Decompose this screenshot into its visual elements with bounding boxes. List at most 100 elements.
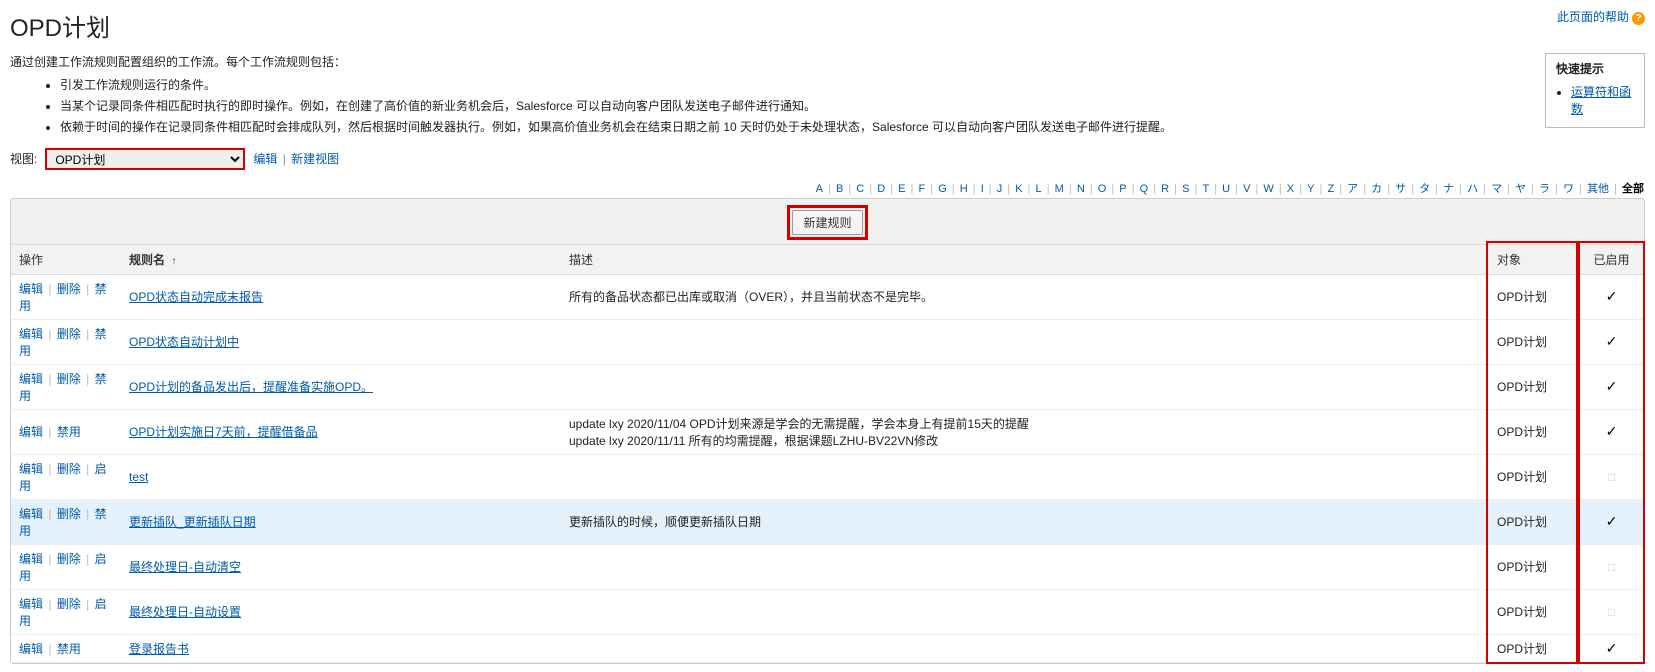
rule-object: OPD计划 bbox=[1489, 454, 1579, 499]
view-select[interactable]: OPD计划 bbox=[45, 148, 245, 170]
view-new-link[interactable]: 新建视图 bbox=[291, 152, 339, 166]
row-action-edit[interactable]: 编辑 bbox=[19, 552, 43, 566]
alpha-filter-B[interactable]: B bbox=[835, 183, 844, 195]
check-icon: ✓ bbox=[1606, 513, 1618, 529]
row-action-delete[interactable]: 删除 bbox=[57, 462, 81, 476]
alpha-filter-D[interactable]: D bbox=[876, 183, 886, 195]
alpha-filter-ワ[interactable]: ワ bbox=[1562, 183, 1575, 195]
rule-enabled: □ bbox=[1579, 589, 1644, 634]
alpha-filter-L[interactable]: L bbox=[1035, 183, 1043, 195]
rule-name-link[interactable]: 更新插队_更新插队日期 bbox=[129, 515, 256, 529]
alpha-filter-U[interactable]: U bbox=[1221, 183, 1231, 195]
check-icon: ✓ bbox=[1606, 640, 1618, 656]
rule-object: OPD计划 bbox=[1489, 499, 1579, 544]
alpha-filter-I[interactable]: I bbox=[980, 183, 985, 195]
page-title: OPD计划 bbox=[10, 8, 110, 43]
rule-name-link[interactable]: 最终处理日-自动清空 bbox=[129, 560, 241, 574]
alpha-filter-G[interactable]: G bbox=[937, 183, 948, 195]
alpha-filter-M[interactable]: M bbox=[1054, 183, 1065, 195]
alpha-filter-X[interactable]: X bbox=[1286, 183, 1295, 195]
row-action-delete[interactable]: 删除 bbox=[57, 372, 81, 386]
rule-description: 所有的备品状态都已出库或取消（OVER），并且当前状态不是完毕。 bbox=[561, 274, 1489, 319]
alpha-filter-T[interactable]: T bbox=[1201, 183, 1210, 195]
help-link[interactable]: 此页面的帮助? bbox=[1557, 8, 1645, 25]
col-header-action: 操作 bbox=[11, 244, 121, 274]
row-action-delete[interactable]: 删除 bbox=[57, 552, 81, 566]
row-action-delete[interactable]: 删除 bbox=[57, 507, 81, 521]
row-action-delete[interactable]: 删除 bbox=[57, 327, 81, 341]
alpha-filter-F[interactable]: F bbox=[917, 183, 926, 195]
rule-object: OPD计划 bbox=[1489, 589, 1579, 634]
col-header-rulename[interactable]: 规则名 ↑ bbox=[121, 244, 561, 274]
row-action-edit[interactable]: 编辑 bbox=[19, 462, 43, 476]
rule-description bbox=[561, 454, 1489, 499]
alpha-filter-ハ[interactable]: ハ bbox=[1466, 183, 1479, 195]
row-action-disable[interactable]: 禁用 bbox=[57, 425, 81, 439]
table-row: 编辑 | 禁用OPD计划实施日7天前，提醒借备品update lxy 2020/… bbox=[11, 409, 1644, 454]
check-icon: ✓ bbox=[1606, 333, 1618, 349]
rule-description bbox=[561, 364, 1489, 409]
table-row: 编辑 | 删除 | 禁用OPD计划的备品发出后，提醒准备实施OPD。OPD计划✓ bbox=[11, 364, 1644, 409]
new-rule-highlight: 新建规则 bbox=[787, 205, 867, 240]
alpha-filter-其他[interactable]: 其他 bbox=[1586, 183, 1610, 195]
alpha-filter-P[interactable]: P bbox=[1118, 183, 1127, 195]
rule-enabled: ✓ bbox=[1579, 499, 1644, 544]
new-rule-button[interactable]: 新建规则 bbox=[792, 210, 862, 235]
row-action-edit[interactable]: 编辑 bbox=[19, 372, 43, 386]
check-icon: ✓ bbox=[1606, 378, 1618, 394]
rules-table: 操作 规则名 ↑ 描述 对象 已启用 编辑 | 删除 | 禁用OPD状态自动完成… bbox=[11, 244, 1644, 663]
row-action-delete[interactable]: 删除 bbox=[57, 597, 81, 611]
alpha-filter-サ[interactable]: サ bbox=[1394, 183, 1407, 195]
alpha-filter-N[interactable]: N bbox=[1076, 183, 1086, 195]
col-header-enabled[interactable]: 已启用 bbox=[1579, 244, 1644, 274]
row-action-edit[interactable]: 编辑 bbox=[19, 642, 43, 656]
rule-name-link[interactable]: OPD计划实施日7天前，提醒借备品 bbox=[129, 425, 318, 439]
rule-object: OPD计划 bbox=[1489, 634, 1579, 662]
alpha-filter-R[interactable]: R bbox=[1160, 183, 1170, 195]
rule-name-link[interactable]: 登录报告书 bbox=[129, 642, 189, 656]
alpha-filter-マ[interactable]: マ bbox=[1490, 183, 1503, 195]
alpha-filter-ナ[interactable]: ナ bbox=[1442, 183, 1455, 195]
rule-description bbox=[561, 319, 1489, 364]
rule-enabled: ✓ bbox=[1579, 364, 1644, 409]
row-action-edit[interactable]: 编辑 bbox=[19, 597, 43, 611]
alpha-filter-H[interactable]: H bbox=[959, 183, 969, 195]
col-header-description[interactable]: 描述 bbox=[561, 244, 1489, 274]
alpha-filter-A[interactable]: A bbox=[815, 183, 824, 195]
quick-tips-title: 快速提示 bbox=[1556, 60, 1634, 77]
alpha-filter-C[interactable]: C bbox=[855, 183, 865, 195]
alpha-filter-Q[interactable]: Q bbox=[1139, 183, 1150, 195]
alpha-filter-K[interactable]: K bbox=[1014, 183, 1023, 195]
rule-name-link[interactable]: OPD状态自动计划中 bbox=[129, 335, 239, 349]
rule-name-link[interactable]: test bbox=[129, 470, 148, 484]
alpha-filter-全部[interactable]: 全部 bbox=[1621, 183, 1645, 195]
alpha-filter-W[interactable]: W bbox=[1262, 183, 1274, 195]
alpha-filter-タ[interactable]: タ bbox=[1418, 183, 1431, 195]
alpha-filter-カ[interactable]: カ bbox=[1370, 183, 1383, 195]
check-icon: ✓ bbox=[1606, 288, 1618, 304]
view-edit-link[interactable]: 编辑 bbox=[253, 152, 277, 166]
alpha-filter: A | B | C | D | E | F | G | H | I | J | … bbox=[10, 180, 1645, 196]
rule-enabled: □ bbox=[1579, 544, 1644, 589]
row-action-edit[interactable]: 编辑 bbox=[19, 425, 43, 439]
alpha-filter-O[interactable]: O bbox=[1097, 183, 1108, 195]
tips-ops-funcs-link[interactable]: 运算符和函数 bbox=[1571, 85, 1631, 116]
check-icon: ✓ bbox=[1606, 423, 1618, 439]
rule-name-link[interactable]: 最终处理日-自动设置 bbox=[129, 605, 241, 619]
intro-bullet: 当某个记录同条件相匹配时执行的即时操作。例如，在创建了高价值的新业务机会后，Sa… bbox=[60, 97, 1645, 116]
alpha-filter-Z[interactable]: Z bbox=[1326, 183, 1335, 195]
col-header-object[interactable]: 对象 bbox=[1489, 244, 1579, 274]
row-action-delete[interactable]: 删除 bbox=[57, 282, 81, 296]
rule-name-link[interactable]: OPD状态自动完成末报告 bbox=[129, 290, 263, 304]
rule-name-link[interactable]: OPD计划的备品发出后，提醒准备实施OPD。 bbox=[129, 380, 373, 394]
row-action-edit[interactable]: 编辑 bbox=[19, 507, 43, 521]
rule-enabled: ✓ bbox=[1579, 409, 1644, 454]
rule-enabled: □ bbox=[1579, 454, 1644, 499]
alpha-filter-ア[interactable]: ア bbox=[1346, 183, 1359, 195]
alpha-filter-ラ[interactable]: ラ bbox=[1538, 183, 1551, 195]
row-action-disable[interactable]: 禁用 bbox=[57, 642, 81, 656]
alpha-filter-E[interactable]: E bbox=[897, 183, 906, 195]
row-action-edit[interactable]: 编辑 bbox=[19, 327, 43, 341]
row-action-edit[interactable]: 编辑 bbox=[19, 282, 43, 296]
alpha-filter-ヤ[interactable]: ヤ bbox=[1514, 183, 1527, 195]
